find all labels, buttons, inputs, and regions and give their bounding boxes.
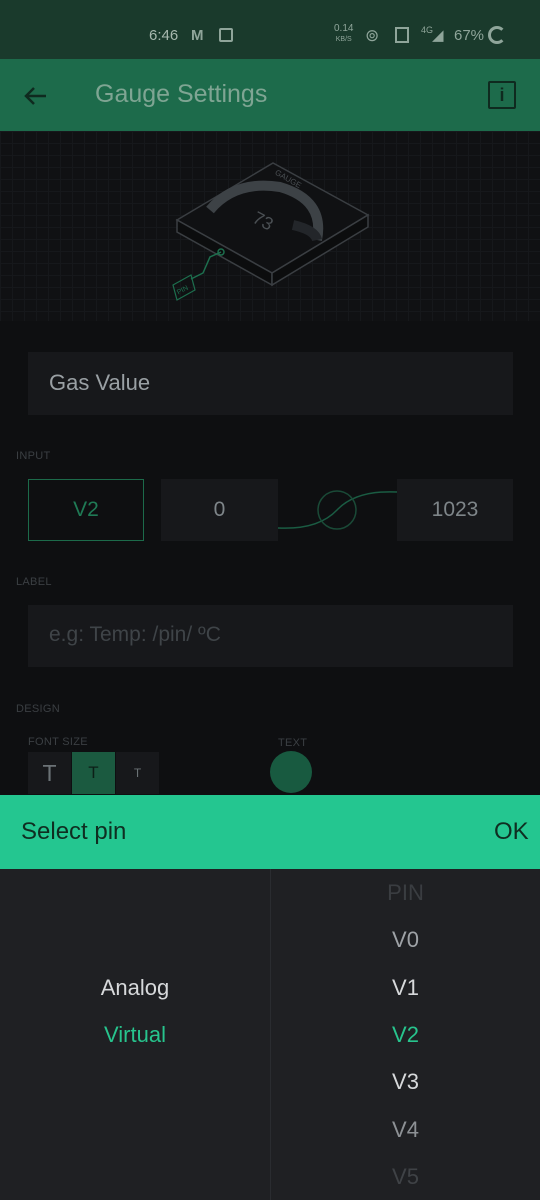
net-speed-value: 0.14 <box>334 23 354 34</box>
sim-icon <box>395 27 409 43</box>
text-color-swatch[interactable] <box>270 751 312 793</box>
text-color-label: TEXT <box>278 737 308 749</box>
signal-icon: ◢ <box>432 27 444 44</box>
pin-type-virtual[interactable]: Virtual <box>0 1022 270 1048</box>
pin-select-button[interactable]: V2 <box>28 479 144 541</box>
pin-option-v4[interactable]: V4 <box>271 1117 540 1143</box>
hotspot-icon: ⊚ <box>365 26 380 45</box>
pin-option-v5[interactable]: V5 <box>271 1164 540 1190</box>
min-value-field[interactable]: 0 <box>161 479 278 541</box>
info-icon[interactable]: i <box>488 81 516 109</box>
status-time: 6:46 <box>149 27 179 44</box>
font-size-small-button[interactable]: T <box>116 752 159 794</box>
battery-ring-icon <box>488 26 506 44</box>
range-curve-icon <box>278 490 397 530</box>
battery-percent: 67% <box>454 27 485 44</box>
pin-option-v3[interactable]: V3 <box>271 1069 540 1095</box>
pin-option-header: PIN <box>387 880 424 905</box>
design-section-label: DESIGN <box>16 703 60 715</box>
net-speed-unit: KB/S <box>335 36 352 43</box>
pin-option-v1[interactable]: V1 <box>271 975 540 1001</box>
font-size-large-button[interactable]: T <box>28 752 71 794</box>
gmail-icon: M <box>191 27 204 44</box>
label-section-label: LABEL <box>16 576 52 588</box>
gauge-illustration: 73 GAUGE PIN <box>172 162 370 301</box>
picker-title: Select pin <box>21 818 127 845</box>
status-bar: 6:46 M 0.14 KB/S ⊚ 4G ◢ 67% <box>0 0 540 59</box>
pin-option-v2[interactable]: V2 <box>271 1022 540 1048</box>
back-arrow-icon[interactable] <box>22 82 50 110</box>
pin-option-v0[interactable]: V0 <box>271 927 540 953</box>
label-placeholder: e.g: Temp: /pin/ ºC <box>49 623 221 646</box>
app-header <box>0 59 540 131</box>
ok-button[interactable]: OK <box>494 818 529 846</box>
font-size-label: FONT SIZE <box>28 736 88 748</box>
input-section-label: INPUT <box>16 450 51 462</box>
font-size-medium-button[interactable]: T <box>72 752 115 794</box>
gallery-icon <box>219 28 233 42</box>
net-speed: 0.14 KB/S <box>334 24 353 45</box>
widget-name-value: Gas Value <box>49 370 151 395</box>
max-value-field[interactable]: 1023 <box>397 479 513 541</box>
pin-type-analog[interactable]: Analog <box>0 975 270 1001</box>
page-title: Gauge Settings <box>95 80 268 108</box>
